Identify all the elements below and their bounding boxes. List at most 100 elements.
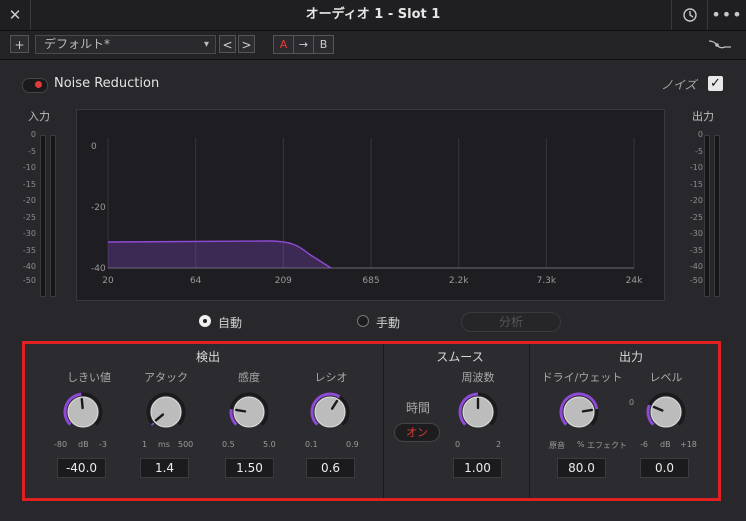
add-preset-button[interactable]: + bbox=[10, 35, 29, 53]
x-tick-label: 2.2k bbox=[449, 276, 469, 286]
ratio-min: 0.1 bbox=[305, 440, 318, 449]
output-meter-tick: -30 bbox=[689, 229, 703, 238]
input-meter-tick: -15 bbox=[22, 179, 36, 189]
prev-preset-button[interactable]: < bbox=[219, 35, 236, 53]
output-meter-right bbox=[714, 135, 720, 297]
attack-max: 500 bbox=[178, 440, 194, 449]
time-on-button[interactable]: オン bbox=[394, 423, 440, 442]
copy-compare-button[interactable]: → bbox=[293, 35, 314, 54]
manual-mode-label: 手動 bbox=[376, 316, 401, 330]
noise-profile-graph: 20 64 209 685 2.2k 7.3k 24k 0 -20 -40 bbox=[76, 109, 665, 301]
input-meter-tick: -40 bbox=[22, 262, 36, 271]
controls-panel bbox=[22, 341, 721, 501]
x-tick-label: 20 bbox=[102, 276, 114, 286]
graph-canvas: 20 64 209 685 2.2k 7.3k 24k 0 -20 -40 bbox=[91, 138, 643, 286]
output-meter-tick: 0 bbox=[697, 130, 703, 139]
window-title: オーディオ 1 - Slot 1 bbox=[305, 7, 441, 22]
attack-knob[interactable] bbox=[145, 391, 187, 437]
dry-wet-label: ドライ/ウェット bbox=[541, 371, 623, 384]
input-meter-right bbox=[50, 135, 56, 297]
level-knob[interactable] bbox=[645, 391, 687, 437]
frequency-knob[interactable] bbox=[457, 391, 499, 437]
output-meter-left bbox=[704, 135, 710, 297]
history-icon[interactable] bbox=[674, 0, 706, 30]
sensitivity-max: 5.0 bbox=[263, 440, 276, 449]
input-meter-tick: -35 bbox=[22, 245, 36, 255]
input-meter-tick: -30 bbox=[22, 229, 36, 238]
y-tick-label: 0 bbox=[91, 142, 97, 152]
knob-pointer bbox=[581, 408, 594, 413]
ratio-knob[interactable] bbox=[309, 391, 351, 437]
section-divider bbox=[529, 344, 530, 498]
b-compare-button[interactable]: B bbox=[313, 35, 334, 54]
noise-checkbox[interactable]: ✓ bbox=[708, 76, 723, 91]
next-preset-button[interactable]: > bbox=[238, 35, 255, 53]
knob-pointer bbox=[234, 408, 247, 413]
output-meter-tick: -40 bbox=[689, 262, 703, 271]
input-meter-tick: -25 bbox=[22, 212, 36, 222]
divider bbox=[671, 0, 672, 30]
attack-unit: ms bbox=[158, 440, 170, 449]
dry-wet-unit: % bbox=[577, 440, 585, 449]
output-meter-tick: -5 bbox=[695, 146, 703, 156]
frequency-max: 2 bbox=[496, 440, 502, 449]
knob-value-arc bbox=[150, 422, 155, 426]
output-meter-tick: -25 bbox=[689, 212, 703, 222]
enable-indicator bbox=[35, 81, 42, 88]
ratio-value[interactable]: 0.6 bbox=[306, 458, 355, 478]
dry-wet-min: 原音 bbox=[549, 441, 565, 450]
dry-wet-knob[interactable] bbox=[558, 391, 600, 437]
plugin-name: Noise Reduction bbox=[54, 76, 160, 91]
ratio-label: レシオ bbox=[314, 371, 348, 384]
curve-view-icon[interactable] bbox=[708, 36, 732, 56]
level-label: レベル bbox=[649, 371, 683, 384]
dry-wet-max: エフェクト bbox=[587, 441, 627, 450]
time-label: 時間 bbox=[405, 401, 430, 415]
detect-section-title: 検出 bbox=[195, 350, 220, 364]
sensitivity-value[interactable]: 1.50 bbox=[225, 458, 274, 478]
threshold-value[interactable]: -40.0 bbox=[57, 458, 106, 478]
knob-body bbox=[150, 396, 182, 428]
output-meter-tick: -20 bbox=[689, 196, 703, 205]
attack-value[interactable]: 1.4 bbox=[140, 458, 189, 478]
auto-mode-label: 自動 bbox=[218, 316, 243, 330]
knob-body bbox=[650, 396, 682, 428]
frequency-min: 0 bbox=[455, 440, 461, 449]
a-compare-button[interactable]: A bbox=[273, 35, 294, 54]
sensitivity-knob[interactable] bbox=[228, 391, 270, 437]
x-tick-label: 64 bbox=[190, 276, 202, 286]
smooth-section-title: スムース bbox=[436, 350, 484, 364]
output-meter-tick: -50 bbox=[689, 275, 703, 285]
threshold-min: -80 bbox=[54, 440, 68, 449]
noise-label: ノイズ bbox=[661, 78, 697, 92]
y-tick-label: -40 bbox=[91, 264, 106, 274]
knob-pointer bbox=[80, 397, 84, 410]
preset-dropdown[interactable]: デフォルト* ▾ bbox=[35, 35, 216, 54]
threshold-knob[interactable] bbox=[62, 391, 104, 437]
level-min: -6 bbox=[640, 440, 648, 449]
x-tick-label: 685 bbox=[362, 276, 379, 286]
output-meter-tick: -15 bbox=[689, 179, 703, 189]
level-max: +18 bbox=[680, 440, 697, 449]
frequency-value[interactable]: 1.00 bbox=[453, 458, 502, 478]
input-meter-tick: -10 bbox=[22, 163, 36, 172]
y-tick-label: -20 bbox=[91, 203, 106, 213]
radio-dot bbox=[203, 319, 207, 323]
level-top: 0 bbox=[629, 398, 635, 407]
attack-label: アタック bbox=[144, 371, 188, 384]
manual-mode-radio[interactable] bbox=[357, 315, 369, 327]
knob-body bbox=[563, 396, 595, 428]
input-meter-left bbox=[40, 135, 46, 297]
x-tick-label: 24k bbox=[626, 276, 643, 286]
sensitivity-min: 0.5 bbox=[222, 440, 235, 449]
dry-wet-value[interactable]: 80.0 bbox=[557, 458, 606, 478]
analyze-button[interactable]: 分析 bbox=[461, 312, 561, 332]
threshold-unit: dB bbox=[78, 440, 89, 449]
input-meter-tick: -20 bbox=[22, 196, 36, 205]
noise-profile-fill bbox=[108, 241, 331, 268]
input-meter-tick: 0 bbox=[30, 130, 36, 139]
x-tick-label: 7.3k bbox=[537, 276, 557, 286]
level-value[interactable]: 0.0 bbox=[640, 458, 689, 478]
more-options-icon[interactable]: ••• bbox=[708, 0, 746, 30]
preset-name: デフォルト* bbox=[44, 37, 111, 51]
